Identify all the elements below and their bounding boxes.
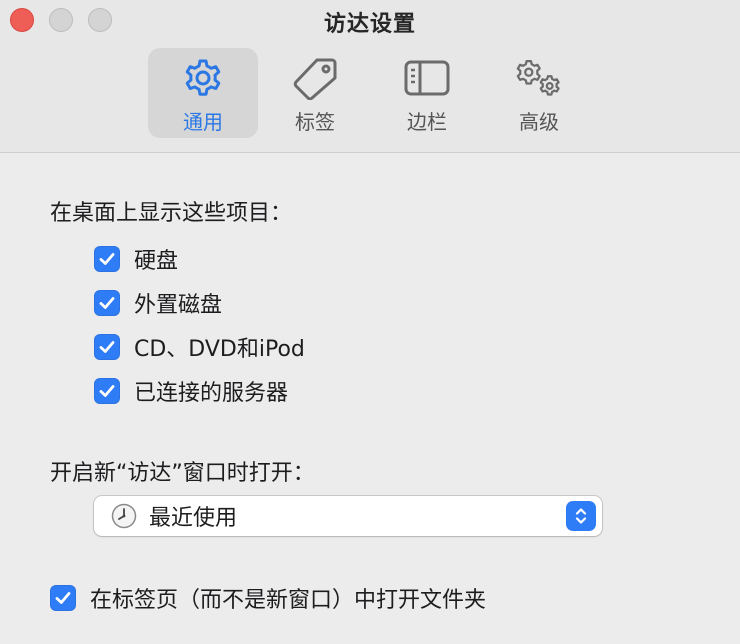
tag-icon (291, 56, 339, 100)
tab-general[interactable]: 通用 (148, 48, 258, 138)
checkmark-icon (99, 297, 115, 309)
cds-dvds-ipods-checkbox[interactable] (94, 334, 120, 360)
tab-label: 边栏 (407, 110, 447, 134)
checkbox-label: 硬盘 (134, 249, 179, 274)
checkbox-label: 已连接的服务器 (134, 381, 289, 406)
checkmark-icon (99, 341, 115, 353)
finder-settings-window: 访达设置 通用 标签 边栏 高级 在桌面上显示这些项目： 硬盘 外置磁盘 CD、… (0, 0, 740, 644)
checkbox-row-cds-dvds-ipods[interactable]: CD、DVD和iPod (94, 331, 305, 363)
checkmark-icon (55, 592, 71, 604)
checkbox-label: CD、DVD和iPod (134, 337, 305, 362)
desktop-items-heading: 在桌面上显示这些项目： (50, 201, 293, 226)
toolbar: 访达设置 通用 标签 边栏 高级 (0, 0, 740, 153)
open-in-tabs-checkbox[interactable] (50, 585, 76, 611)
chevron-updown-icon[interactable] (566, 501, 596, 531)
tab-advanced[interactable]: 高级 (484, 48, 594, 138)
select-value: 最近使用 (149, 506, 238, 531)
checkbox-row-connected-servers[interactable]: 已连接的服务器 (94, 375, 288, 407)
tab-label: 标签 (295, 110, 335, 134)
checkbox-row-hard-disks[interactable]: 硬盘 (94, 243, 178, 275)
tab-sidebar[interactable]: 边栏 (372, 48, 482, 138)
gear-icon (179, 56, 227, 100)
clock-icon (111, 503, 137, 529)
sidebar-icon (403, 56, 451, 100)
settings-tabs: 通用 标签 边栏 高级 (148, 48, 596, 138)
checkbox-row-open-in-tabs[interactable]: 在标签页（而不是新窗口）中打开文件夹 (50, 582, 486, 614)
general-settings-panel: 在桌面上显示这些项目： 硬盘 外置磁盘 CD、DVD和iPod 已连接的服务器 (0, 153, 740, 644)
checkbox-label: 在标签页（而不是新窗口）中打开文件夹 (90, 588, 487, 613)
checkbox-label: 外置磁盘 (134, 293, 223, 318)
checkbox-row-external-disks[interactable]: 外置磁盘 (94, 287, 222, 319)
checkmark-icon (99, 385, 115, 397)
tab-label: 通用 (183, 110, 223, 134)
external-disks-checkbox[interactable] (94, 290, 120, 316)
checkmark-icon (99, 253, 115, 265)
new-window-heading: 开启新“访达”窗口时打开： (50, 461, 315, 486)
hard-disks-checkbox[interactable] (94, 246, 120, 272)
gears-icon (515, 56, 563, 100)
window-title: 访达设置 (323, 12, 416, 37)
tab-label: 高级 (519, 110, 559, 134)
tab-tags[interactable]: 标签 (260, 48, 370, 138)
connected-servers-checkbox[interactable] (94, 378, 120, 404)
new-window-target-select[interactable]: 最近使用 (94, 496, 602, 536)
